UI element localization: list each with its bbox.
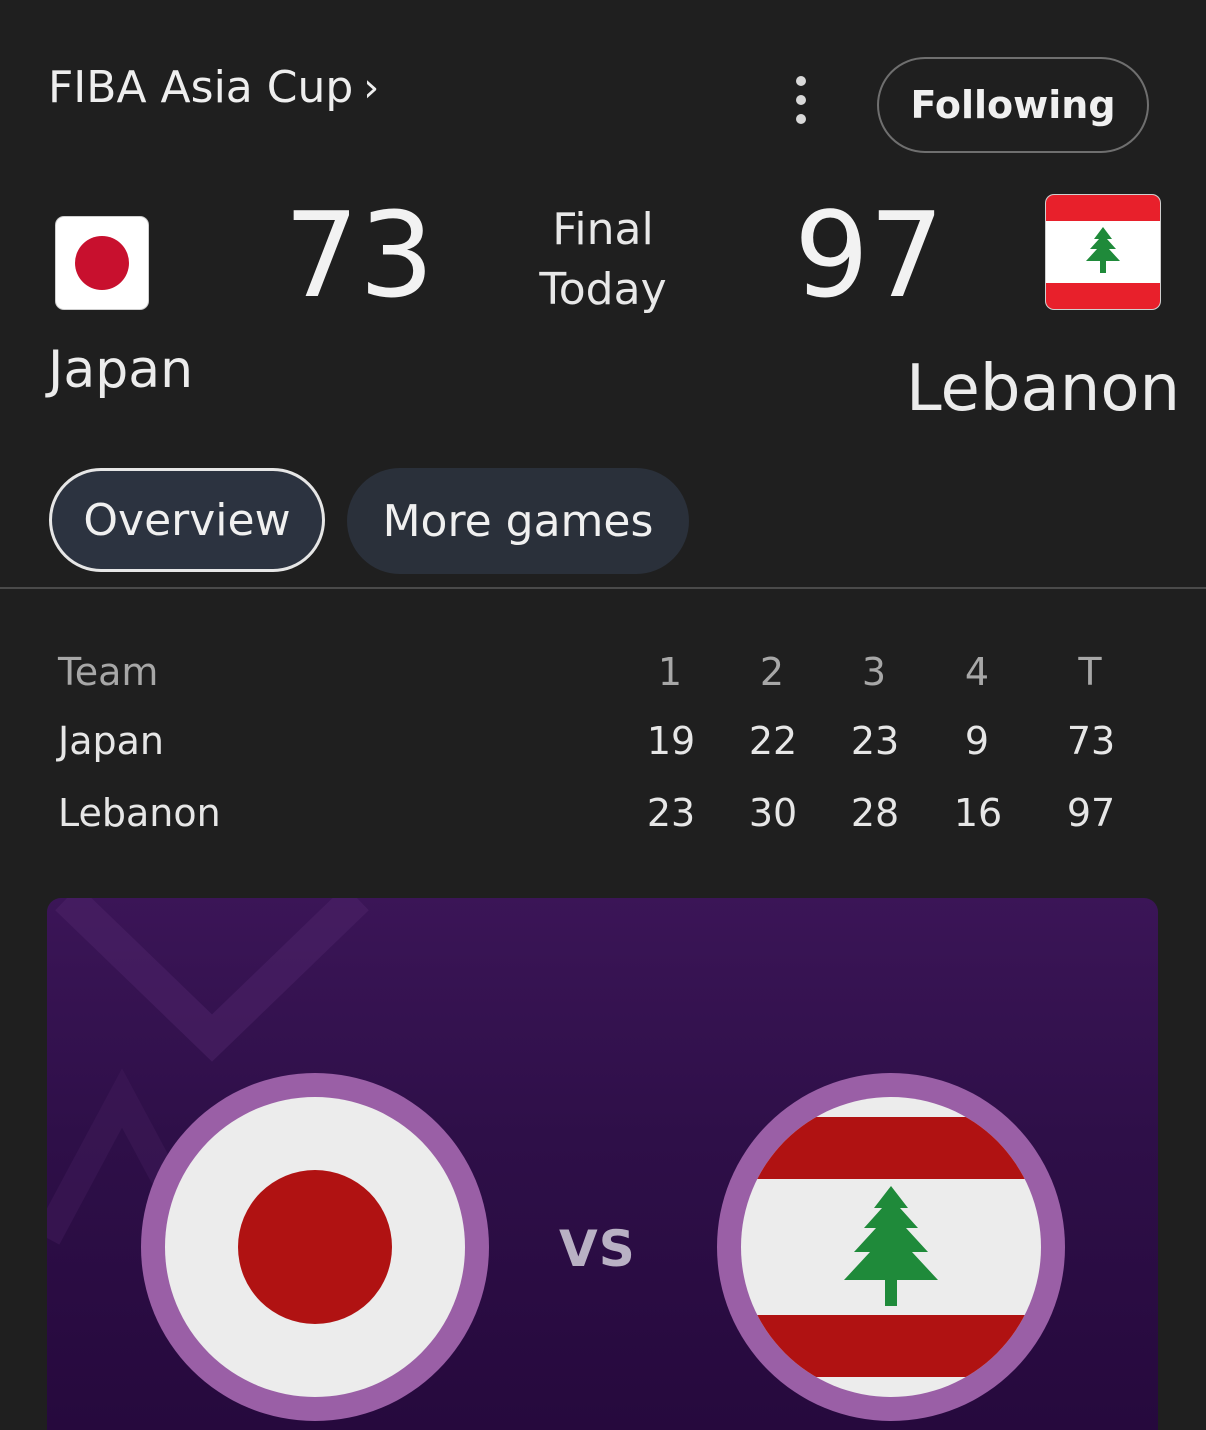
score-cell: 22: [748, 719, 798, 763]
tab-more-games[interactable]: More games: [347, 468, 689, 574]
header-total: T: [1078, 650, 1102, 694]
lebanon-badge-icon: [717, 1073, 1065, 1421]
away-team-name[interactable]: Lebanon: [906, 352, 1180, 426]
total-cell: 97: [1066, 791, 1116, 835]
tab-overview[interactable]: Overview: [49, 468, 325, 572]
status-label: Final: [552, 204, 654, 255]
row-team-lebanon: Lebanon: [58, 791, 221, 835]
vs-label: VS: [559, 1220, 636, 1278]
match-banner-image[interactable]: VS: [47, 898, 1158, 1430]
home-score: 73: [284, 186, 435, 324]
japan-flag-icon: [56, 217, 148, 309]
score-cell: 23: [850, 719, 900, 763]
score-cell: 30: [748, 791, 798, 835]
row-team-japan: Japan: [58, 719, 164, 763]
score-cell: 28: [850, 791, 900, 835]
score-cell: 23: [646, 791, 696, 835]
match-status: Final Today: [500, 200, 706, 320]
divider: [0, 587, 1206, 589]
more-vert-icon[interactable]: [786, 76, 816, 124]
match-date: Today: [539, 264, 667, 315]
away-score: 97: [794, 186, 945, 324]
league-name: FIBA Asia Cup: [48, 62, 354, 113]
score-cell: 9: [964, 719, 990, 763]
header-q3: 3: [861, 650, 887, 694]
header-q4: 4: [964, 650, 990, 694]
header-q1: 1: [657, 650, 683, 694]
following-button[interactable]: Following: [877, 57, 1149, 153]
japan-badge-icon: [141, 1073, 489, 1421]
chevron-right-icon: ›: [363, 64, 380, 111]
total-cell: 73: [1066, 719, 1116, 763]
header-q2: 2: [759, 650, 785, 694]
lebanon-flag-icon: [1046, 195, 1160, 309]
score-cell: 19: [646, 719, 696, 763]
league-link[interactable]: FIBA Asia Cup ›: [48, 62, 379, 113]
header-team: Team: [58, 650, 159, 694]
home-team-name[interactable]: Japan: [48, 340, 193, 400]
score-cell: 16: [953, 791, 1003, 835]
